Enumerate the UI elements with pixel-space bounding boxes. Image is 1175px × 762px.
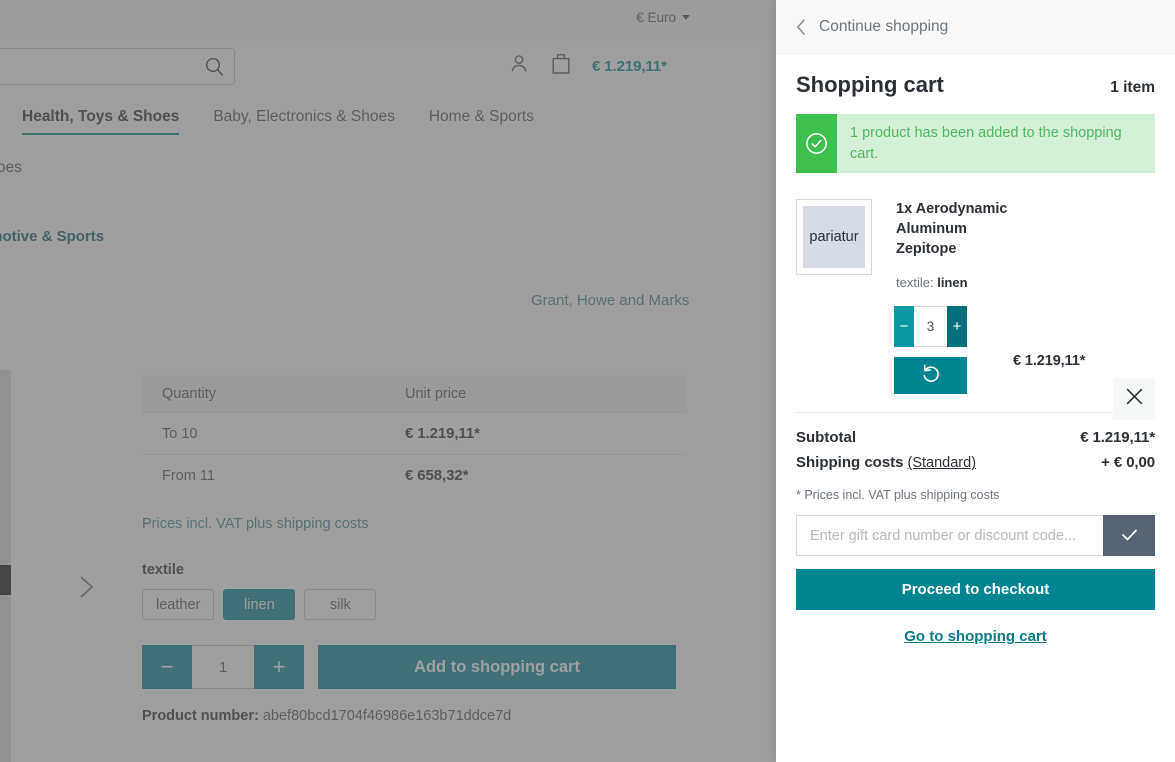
cart-header: Continue shopping (776, 0, 1175, 54)
cart-item-option-label: textile: (896, 275, 934, 291)
column-header-unit-price: Unit price (405, 385, 467, 402)
quantity-stepper: − 1 + (142, 645, 304, 689)
search-input[interactable] (0, 48, 235, 85)
cell-unit-price: € 1.219,11* (405, 425, 480, 442)
variant-group-label: textile (142, 562, 184, 578)
shipping-value: + € 0,00 (1101, 454, 1155, 472)
cart-item-option-value: linen (937, 275, 968, 291)
cart-quantity-stepper: − 3 + (894, 306, 967, 348)
cell-quantity: To 10 (162, 425, 198, 442)
page-title: Shopping cart (796, 72, 944, 97)
success-alert-message: 1 product has been added to the shopping… (850, 125, 1122, 162)
chevron-right-icon[interactable] (76, 572, 98, 602)
nav-item-baby-electronics-shoes[interactable]: Baby, Electronics & Shoes (213, 108, 395, 133)
promo-code-input[interactable] (796, 515, 1103, 557)
table-header-row: Quantity Unit price (142, 375, 687, 412)
variant-option-leather[interactable]: leather (142, 589, 215, 620)
cell-quantity: From 11 (162, 467, 215, 484)
table-row: From 11 € 658,32* (142, 454, 687, 496)
shipping-method-link[interactable]: (Standard) (908, 455, 977, 471)
shipping-label: Shipping costs (Standard) (796, 454, 976, 471)
cart-quantity-increase-button[interactable]: + (947, 306, 967, 348)
success-alert: 1 product has been added to the shopping… (796, 114, 1155, 174)
column-header-quantity: Quantity (162, 385, 216, 402)
nav-item-health-toys-shoes[interactable]: Health, Toys & Shoes (22, 108, 180, 135)
chevron-down-icon (682, 15, 690, 20)
cart-title-row: Shopping cart 1 item (776, 54, 1175, 98)
product-number: Product number: abef80bcd1704f46986e163b… (142, 708, 511, 724)
quantity-decrease-button[interactable]: − (142, 645, 192, 689)
table-row: To 10 € 1.219,11* (142, 412, 687, 454)
go-to-shopping-cart-link[interactable]: Go to shopping cart (776, 628, 1175, 645)
product-number-value: abef80bcd1704f46986e163b71ddce7d (262, 708, 512, 724)
undo-button[interactable] (894, 357, 967, 395)
search-icon[interactable] (204, 56, 226, 78)
subtotal-value: € 1.219,11* (1080, 429, 1155, 447)
cart-item-quantity-area: − 3 + € 1.219,11* (894, 306, 1175, 395)
variant-options: leather linen silk (142, 589, 377, 620)
cart-summary: Subtotal € 1.219,11* Shipping costs (Stan… (776, 413, 1175, 471)
cart-item-count: 1 item (1110, 79, 1155, 96)
add-to-shopping-cart-button[interactable]: Add to shopping cart (318, 645, 676, 689)
screen-root: € Euro € 1.219,11* Health, Toys & Shoes … (0, 0, 1175, 762)
background-page: € Euro € 1.219,11* Health, Toys & Shoes … (0, 0, 776, 762)
cart-item-price: € 1.219,11* (1013, 353, 1086, 370)
buy-controls: − 1 + Add to shopping cart (142, 645, 676, 689)
promo-code-submit-button[interactable] (1103, 515, 1155, 557)
main-navigation: Health, Toys & Shoes Baby, Electronics &… (22, 108, 534, 135)
cart-line-item: pariatur 1x Aerodynamic Aluminum Zepitop… (776, 173, 1175, 421)
offcanvas-cart-panel: Continue shopping Shopping cart 1 item 1… (776, 0, 1175, 762)
subtotal-label: Subtotal (796, 429, 856, 447)
variant-option-linen[interactable]: linen (223, 589, 296, 620)
check-circle-icon (796, 114, 837, 174)
proceed-to-checkout-button[interactable]: Proceed to checkout (796, 569, 1155, 611)
summary-row-shipping: Shipping costs (Standard) + € 0,00 (796, 454, 1155, 471)
gallery-thumbnail-active[interactable] (0, 565, 11, 595)
check-icon (1117, 522, 1142, 550)
variant-option-silk[interactable]: silk (304, 589, 377, 620)
subnav-label[interactable]: rden & Shoes (0, 159, 22, 177)
manufacturer-link[interactable]: Grant, Howe and Marks (531, 292, 689, 309)
cart-vat-note: * Prices incl. VAT plus shipping costs (796, 488, 1000, 503)
continue-shopping-link[interactable]: Continue shopping (819, 18, 948, 36)
cart-item-option: textile: linen (896, 275, 1024, 290)
currency-label: € Euro (636, 10, 676, 25)
cart-quantity-decrease-button[interactable]: − (894, 306, 914, 348)
product-thumbnail-placeholder: pariatur (803, 206, 865, 269)
header-cart-total[interactable]: € 1.219,11* (592, 58, 667, 75)
undo-icon (920, 362, 942, 389)
product-thumbnail[interactable]: pariatur (796, 199, 872, 276)
cell-unit-price: € 658,32* (405, 467, 469, 484)
cart-item-info: 1x Aerodynamic Aluminum Zepitope textile… (872, 199, 1024, 290)
quantity-input[interactable]: 1 (192, 645, 254, 689)
tier-price-table: Quantity Unit price To 10 € 1.219,11* Fr… (142, 375, 687, 496)
header-actions: € 1.219,11* (508, 52, 667, 80)
breadcrumb[interactable]: mputers, Automotive & Sports (0, 228, 104, 245)
quantity-increase-button[interactable]: + (254, 645, 304, 689)
shipping-label-text: Shipping costs (796, 454, 904, 472)
user-icon[interactable] (508, 53, 530, 80)
product-number-label: Product number: (142, 708, 259, 724)
vat-note-link[interactable]: Prices incl. VAT plus shipping costs (142, 516, 368, 532)
nav-item-home-sports[interactable]: Home & Sports (429, 108, 534, 133)
summary-row-subtotal: Subtotal € 1.219,11* (796, 429, 1155, 446)
chevron-left-icon[interactable] (796, 18, 807, 36)
cart-quantity-input[interactable]: 3 (914, 306, 947, 348)
shopping-bag-icon[interactable] (550, 52, 572, 80)
currency-selector[interactable]: € Euro (636, 10, 690, 25)
cart-item-name[interactable]: 1x Aerodynamic Aluminum Zepitope (896, 199, 1024, 259)
promo-code-row (796, 515, 1155, 557)
